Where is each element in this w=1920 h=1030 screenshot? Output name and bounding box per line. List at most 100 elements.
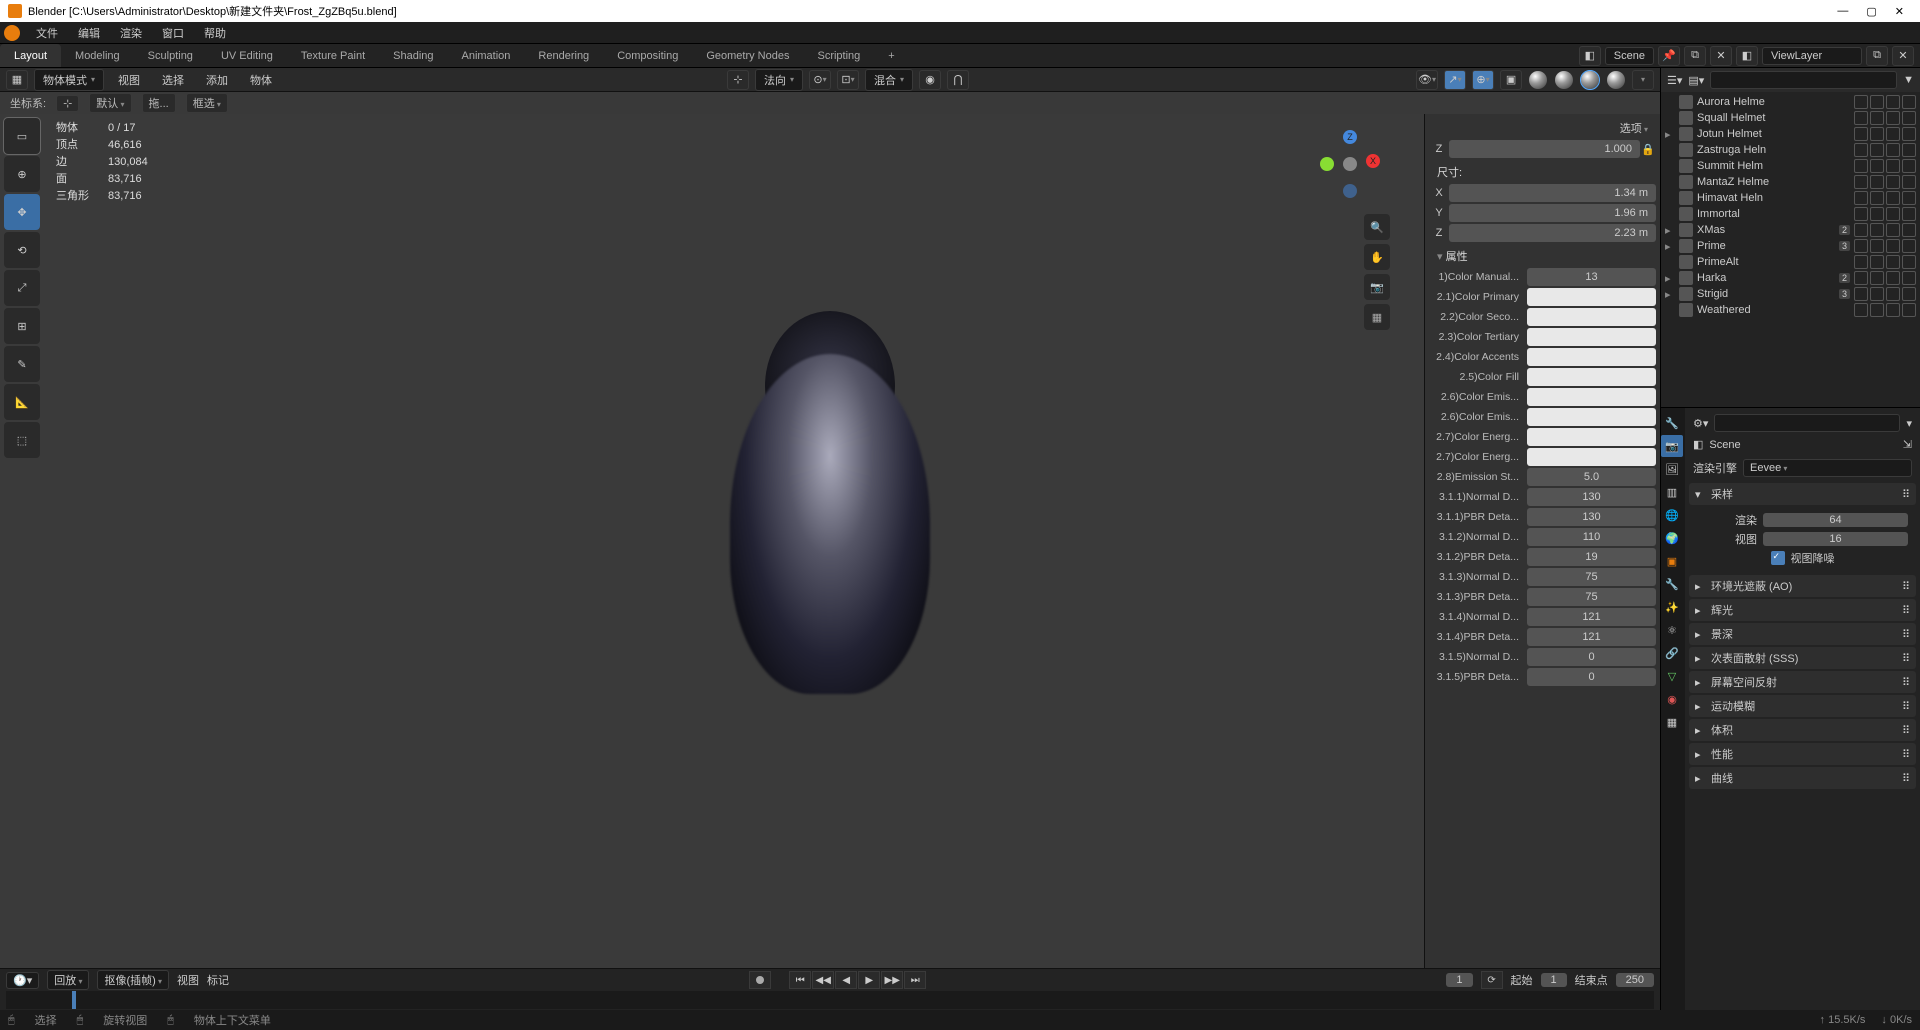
orientation-icon[interactable]: ⊹ xyxy=(727,70,749,90)
scene-browse-icon[interactable]: ◧ xyxy=(1579,46,1601,66)
color-swatch[interactable] xyxy=(1527,428,1656,446)
tool-measure[interactable]: 📐 xyxy=(4,384,40,420)
blender-logo-icon[interactable] xyxy=(4,25,20,41)
npanel-value-field[interactable]: 13 xyxy=(1527,268,1656,286)
engine-dropdown[interactable]: Eevee xyxy=(1743,459,1912,477)
outliner-item-name[interactable]: Prime xyxy=(1697,240,1835,252)
outliner-eye-toggle[interactable] xyxy=(1870,271,1884,285)
close-button[interactable]: ✕ xyxy=(1895,5,1904,18)
props-options-icon[interactable]: ⚙▾ xyxy=(1693,417,1708,430)
current-frame-field[interactable]: 1 xyxy=(1446,973,1472,987)
tool-rotate[interactable]: ⟲ xyxy=(4,232,40,268)
npanel-value-field[interactable]: 0 xyxy=(1527,668,1656,686)
outliner-render-toggle[interactable] xyxy=(1902,271,1916,285)
outliner-exclude-toggle[interactable] xyxy=(1854,303,1868,317)
panel-header[interactable]: ▸屏幕空间反射⠿ xyxy=(1689,671,1916,693)
outliner-render-toggle[interactable] xyxy=(1902,127,1916,141)
outliner-render-toggle[interactable] xyxy=(1902,303,1916,317)
viewport-denoise-checkbox[interactable] xyxy=(1771,551,1785,565)
props-search[interactable] xyxy=(1714,414,1900,432)
drag-option[interactable]: 拖... xyxy=(142,93,176,113)
outliner-item-name[interactable]: Jotun Helmet xyxy=(1697,128,1850,140)
outliner-viewport-toggle[interactable] xyxy=(1886,95,1900,109)
overlay-toggle-icon[interactable]: ⊕ xyxy=(1472,70,1494,90)
outliner-exclude-toggle[interactable] xyxy=(1854,239,1868,253)
tool-cursor[interactable]: ⊕ xyxy=(4,156,40,192)
menu-edit[interactable]: 编辑 xyxy=(68,25,110,41)
minimize-button[interactable]: — xyxy=(1837,5,1848,18)
prop-tab-object-icon[interactable]: ▣ xyxy=(1661,550,1683,572)
prev-key-button[interactable]: ◀◀ xyxy=(812,971,834,989)
dim-x-field[interactable]: 1.34 m xyxy=(1449,184,1656,202)
prop-tab-viewlayer-icon[interactable]: ▥ xyxy=(1661,481,1683,503)
nav-camera-icon[interactable]: 📷 xyxy=(1364,274,1390,300)
prop-tab-scene-icon[interactable]: 🌐 xyxy=(1661,504,1683,526)
autokey-button[interactable] xyxy=(749,971,771,989)
scene-delete-icon[interactable]: ✕ xyxy=(1710,46,1732,66)
nav-pan-icon[interactable]: ✋ xyxy=(1364,244,1390,270)
nav-gizmo[interactable]: Z X xyxy=(1310,124,1390,204)
prop-tab-world-icon[interactable]: 🌍 xyxy=(1661,527,1683,549)
outliner-item-name[interactable]: Summit Helm xyxy=(1697,160,1850,172)
header-select[interactable]: 选择 xyxy=(154,72,192,88)
outliner-row[interactable]: Immortal xyxy=(1665,206,1916,222)
color-swatch[interactable] xyxy=(1527,368,1656,386)
prop-tab-data-icon[interactable]: ▽ xyxy=(1661,665,1683,687)
prop-tab-output-icon[interactable]: 🖼 xyxy=(1661,458,1683,480)
outliner-mode-icon[interactable]: ☰▾ xyxy=(1667,74,1682,87)
transform-z-field[interactable]: 1.000 xyxy=(1449,140,1640,158)
add-workspace-button[interactable]: + xyxy=(874,44,908,67)
outliner-eye-toggle[interactable] xyxy=(1870,303,1884,317)
viewlayer-new-icon[interactable]: ⧉ xyxy=(1866,46,1888,66)
tool-add-cube[interactable]: ⬚ xyxy=(4,422,40,458)
npanel-value-field[interactable]: 0 xyxy=(1527,648,1656,666)
outliner-viewport-toggle[interactable] xyxy=(1886,223,1900,237)
outliner-row[interactable]: Squall Helmet xyxy=(1665,110,1916,126)
outliner-render-toggle[interactable] xyxy=(1902,175,1916,189)
prop-tab-particle-icon[interactable]: ✨ xyxy=(1661,596,1683,618)
npanel-value-field[interactable]: 130 xyxy=(1527,508,1656,526)
panel-header[interactable]: ▸次表面散射 (SSS)⠿ xyxy=(1689,647,1916,669)
blend-dropdown[interactable]: 混合 xyxy=(865,69,913,91)
outliner-viewport-toggle[interactable] xyxy=(1886,287,1900,301)
render-samples-field[interactable]: 64 xyxy=(1763,513,1908,527)
outliner-render-toggle[interactable] xyxy=(1902,207,1916,221)
panel-header[interactable]: ▸曲线⠿ xyxy=(1689,767,1916,789)
outliner-row[interactable]: Aurora Helme xyxy=(1665,94,1916,110)
orientation-dropdown[interactable]: 法向 xyxy=(755,69,803,91)
outliner-viewport-toggle[interactable] xyxy=(1886,175,1900,189)
outliner-twisty[interactable]: ▸ xyxy=(1665,128,1675,141)
outliner-row[interactable]: ▸Strigid3 xyxy=(1665,286,1916,302)
outliner-twisty[interactable]: ▸ xyxy=(1665,224,1675,237)
gizmo-axis-neg-z[interactable] xyxy=(1343,184,1357,198)
outliner-eye-toggle[interactable] xyxy=(1870,287,1884,301)
tool-transform[interactable]: ⊞ xyxy=(4,308,40,344)
outliner-item-name[interactable]: Aurora Helme xyxy=(1697,96,1850,108)
shading-solid[interactable] xyxy=(1555,71,1573,89)
outliner-item-name[interactable]: PrimeAlt xyxy=(1697,256,1850,268)
tab-texture-paint[interactable]: Texture Paint xyxy=(287,44,379,67)
outliner-viewport-toggle[interactable] xyxy=(1886,159,1900,173)
frame-range-icon[interactable]: ⟳ xyxy=(1481,971,1503,989)
gizmo-axis-x[interactable]: X xyxy=(1366,154,1380,168)
prop-tab-material-icon[interactable]: ◉ xyxy=(1661,688,1683,710)
outliner-viewport-toggle[interactable] xyxy=(1886,303,1900,317)
menu-render[interactable]: 渲染 xyxy=(110,25,152,41)
gizmo-toggle-icon[interactable]: ↗ xyxy=(1444,70,1466,90)
viewport-samples-field[interactable]: 16 xyxy=(1763,532,1908,546)
outliner-item-name[interactable]: Weathered xyxy=(1697,304,1850,316)
jump-start-button[interactable]: ⏮ xyxy=(789,971,811,989)
outliner-eye-toggle[interactable] xyxy=(1870,255,1884,269)
timeline-view[interactable]: 视图 xyxy=(177,972,199,988)
shading-options-icon[interactable] xyxy=(1632,70,1654,90)
next-key-button[interactable]: ▶▶ xyxy=(881,971,903,989)
tab-layout[interactable]: Layout xyxy=(0,44,61,67)
outliner-eye-toggle[interactable] xyxy=(1870,207,1884,221)
dim-y-field[interactable]: 1.96 m xyxy=(1449,204,1656,222)
gizmo-axis-z[interactable]: Z xyxy=(1343,130,1357,144)
prop-tab-render-icon[interactable]: 📷 xyxy=(1661,435,1683,457)
lock-z-icon[interactable]: 🔒 xyxy=(1640,143,1656,156)
timeline-editor-icon[interactable]: 🕐▾ xyxy=(6,972,39,989)
outliner-render-toggle[interactable] xyxy=(1902,239,1916,253)
panel-header[interactable]: ▸体积⠿ xyxy=(1689,719,1916,741)
